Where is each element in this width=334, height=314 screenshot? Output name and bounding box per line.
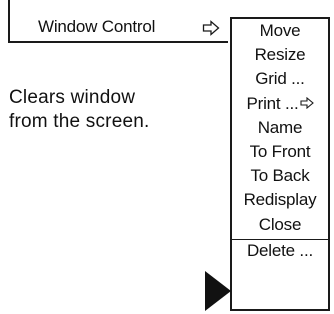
submenu-item-print[interactable]: Print ... — [232, 92, 328, 116]
submenu-item-label: Move — [259, 21, 301, 40]
screen: Window Control Clears window from the sc… — [0, 0, 334, 314]
hollow-right-arrow-icon — [299, 97, 314, 110]
submenu-item-grid[interactable]: Grid ... — [232, 67, 328, 91]
parent-menu: Window Control — [8, 0, 228, 43]
window-control-submenu: Move Resize Grid ... Print ... Name To F… — [230, 17, 330, 311]
menu-item-label: Window Control — [38, 17, 156, 36]
help-description: Clears window from the screen. — [9, 86, 149, 134]
submenu-item-label: Print ... — [246, 93, 299, 113]
submenu-item-redisplay[interactable]: Redisplay — [232, 188, 328, 212]
black-triangle-pointer-icon — [205, 271, 231, 311]
submenu-item-label: Close — [258, 214, 302, 234]
menu-item-window-control[interactable]: Window Control — [10, 17, 228, 41]
submenu-item-to-back[interactable]: To Back — [232, 164, 328, 188]
submenu-item-label: Resize — [254, 45, 306, 65]
submenu-item-label: Redisplay — [243, 190, 317, 210]
submenu-item-to-front[interactable]: To Front — [232, 140, 328, 164]
submenu-item-label: To Front — [249, 141, 311, 161]
submenu-item-resize[interactable]: Resize — [232, 43, 328, 67]
hollow-right-arrow-icon — [202, 20, 220, 36]
submenu-item-label: Name — [257, 117, 303, 137]
submenu-item-delete[interactable]: Delete ... — [232, 238, 328, 262]
submenu-item-label: To Back — [250, 166, 310, 186]
submenu-item-name[interactable]: Name — [232, 116, 328, 140]
submenu-item-close[interactable]: Close — [232, 213, 328, 237]
submenu-item-move[interactable]: Move — [232, 19, 328, 43]
description-line: Clears window — [9, 87, 136, 108]
submenu-item-label: Delete ... — [246, 240, 314, 260]
description-line: from the screen. — [9, 111, 150, 132]
submenu-item-label: Grid ... — [255, 69, 305, 89]
